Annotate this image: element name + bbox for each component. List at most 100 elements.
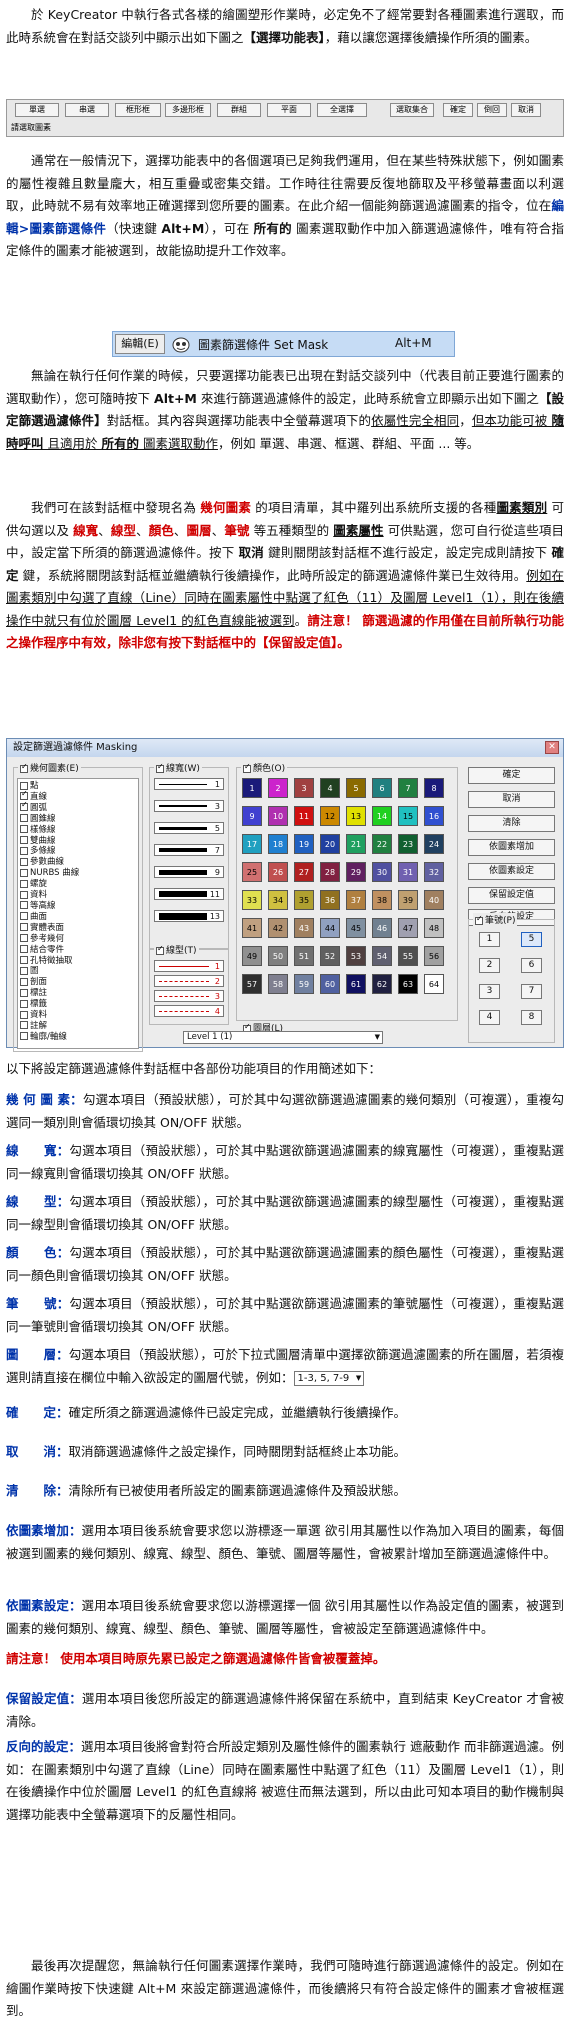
checkbox-icon[interactable] — [20, 836, 28, 845]
checkbox-icon[interactable] — [20, 846, 28, 855]
toolbar-button-6[interactable]: 全選擇 — [317, 103, 367, 117]
pen-group-title[interactable]: 筆號(P) — [473, 913, 518, 926]
color-cell[interactable]: 54 — [372, 946, 392, 966]
color-group-title[interactable]: 顏色(O) — [241, 761, 288, 774]
color-cell[interactable]: 40 — [424, 890, 444, 910]
checkbox-icon[interactable] — [20, 901, 28, 910]
entity-item[interactable]: 直線 — [20, 789, 136, 803]
color-cell[interactable]: 50 — [268, 946, 288, 966]
color-cell[interactable]: 28 — [320, 862, 340, 882]
checkbox-icon[interactable] — [20, 762, 28, 773]
dialog-button-1[interactable]: 取消 — [468, 791, 555, 808]
entity-item[interactable]: 結合零件 — [20, 945, 136, 956]
color-cell[interactable]: 1 — [242, 778, 262, 798]
color-cell[interactable]: 9 — [242, 806, 262, 826]
color-cell[interactable]: 3 — [294, 778, 314, 798]
color-cell[interactable]: 45 — [346, 918, 366, 938]
color-cell[interactable]: 44 — [320, 918, 340, 938]
pen-button[interactable]: 3 — [479, 984, 500, 999]
checkbox-icon[interactable] — [20, 857, 28, 866]
color-cell[interactable]: 55 — [398, 946, 418, 966]
checkbox-icon[interactable] — [20, 1032, 28, 1041]
dialog-button-4[interactable]: 依圖素設定 — [468, 863, 555, 880]
color-cell[interactable]: 39 — [398, 890, 418, 910]
dialog-button-5[interactable]: 保留設定值 — [468, 887, 555, 904]
linewidth-button[interactable]: 1 — [154, 778, 224, 790]
color-cell[interactable]: 49 — [242, 946, 262, 966]
checkbox-icon[interactable] — [20, 945, 28, 954]
linetype-button[interactable]: 1 — [154, 960, 224, 972]
color-cell[interactable]: 46 — [372, 918, 392, 938]
color-cell[interactable]: 42 — [268, 918, 288, 938]
color-cell[interactable]: 15 — [398, 806, 418, 826]
checkbox-icon[interactable] — [20, 966, 28, 975]
edit-menu[interactable]: 編輯(E) — [115, 334, 165, 354]
color-cell[interactable]: 2 — [268, 778, 288, 798]
entity-item[interactable]: 實體表面 — [20, 923, 136, 934]
pen-button[interactable]: 8 — [521, 1010, 542, 1025]
dialog-button-3[interactable]: 依圖素增加 — [468, 839, 555, 856]
color-cell[interactable]: 32 — [424, 862, 444, 882]
layer-dropdown[interactable]: Level 1 (1) ▼ — [183, 1031, 383, 1044]
entity-item[interactable]: 圓錐線 — [20, 814, 136, 825]
geometry-group-title[interactable]: 幾何圖素(E) — [18, 761, 81, 774]
color-cell[interactable]: 47 — [398, 918, 418, 938]
toolbar-right-button-3[interactable]: 取消 — [511, 103, 541, 117]
entity-item[interactable]: 曲面 — [20, 912, 136, 923]
entity-item[interactable]: 點 — [20, 781, 136, 792]
checkbox-icon[interactable] — [475, 914, 483, 925]
checkbox-icon[interactable] — [20, 956, 28, 964]
color-cell[interactable]: 4 — [320, 778, 340, 798]
entity-item[interactable]: NURBS 曲線 — [20, 868, 136, 879]
linetype-button[interactable]: 4 — [154, 1005, 224, 1017]
color-cell[interactable]: 51 — [294, 946, 314, 966]
toolbar-button-4[interactable]: 群組 — [217, 103, 261, 117]
color-cell[interactable]: 52 — [320, 946, 340, 966]
color-cell[interactable]: 62 — [372, 974, 392, 994]
checkbox-icon[interactable] — [20, 890, 28, 899]
checkbox-icon[interactable] — [20, 825, 28, 834]
entity-item[interactable]: 標籤 — [20, 999, 136, 1010]
color-cell[interactable]: 31 — [398, 862, 418, 882]
color-cell[interactable]: 60 — [320, 974, 340, 994]
color-cell[interactable]: 13 — [346, 806, 366, 826]
dialog-button-2[interactable]: 清除 — [468, 815, 555, 832]
entity-item[interactable]: 樣條線 — [20, 825, 136, 836]
toolbar-button-1[interactable]: 串選 — [65, 103, 109, 117]
color-cell[interactable]: 7 — [398, 778, 418, 798]
linewidth-button[interactable]: 3 — [154, 800, 224, 812]
close-icon[interactable]: ✕ — [545, 741, 559, 754]
color-cell[interactable]: 27 — [294, 862, 314, 882]
entity-item[interactable]: 輪廓/軸線 — [20, 1032, 136, 1043]
color-cell[interactable]: 61 — [346, 974, 366, 994]
color-cell[interactable]: 11 — [294, 806, 314, 826]
color-cell[interactable]: 8 — [424, 778, 444, 798]
color-cell[interactable]: 41 — [242, 918, 262, 938]
color-cell[interactable]: 56 — [424, 946, 444, 966]
color-cell[interactable]: 23 — [398, 834, 418, 854]
entity-item[interactable]: 資料 — [20, 1010, 136, 1021]
toolbar-button-5[interactable]: 平面 — [267, 103, 311, 117]
toolbar-button-3[interactable]: 多邊形框 — [165, 103, 211, 117]
checkbox-icon[interactable] — [20, 789, 28, 801]
color-cell[interactable]: 19 — [294, 834, 314, 854]
entity-item[interactable]: 資料 — [20, 890, 136, 901]
toolbar-right-button-0[interactable]: 選取集合 — [390, 103, 434, 117]
color-cell[interactable]: 18 — [268, 834, 288, 854]
entity-item[interactable]: 註解 — [20, 1021, 136, 1032]
color-cell[interactable]: 37 — [346, 890, 366, 910]
checkbox-icon[interactable] — [20, 1010, 28, 1019]
checkbox-icon[interactable] — [20, 999, 28, 1008]
linetype-button[interactable]: 2 — [154, 975, 224, 987]
entity-item[interactable]: 圖 — [20, 966, 136, 977]
checkbox-icon[interactable] — [156, 944, 164, 955]
linewidth-button[interactable]: 11 — [154, 888, 224, 900]
color-cell[interactable]: 30 — [372, 862, 392, 882]
type-group-title[interactable]: 線型(T) — [154, 943, 199, 956]
checkbox-icon[interactable] — [20, 868, 28, 877]
checkbox-icon[interactable] — [20, 814, 28, 823]
linewidth-button[interactable]: 7 — [154, 844, 224, 856]
entity-item[interactable]: 等高線 — [20, 901, 136, 912]
linewidth-button[interactable]: 9 — [154, 866, 224, 878]
pen-button[interactable]: 4 — [479, 1010, 500, 1025]
